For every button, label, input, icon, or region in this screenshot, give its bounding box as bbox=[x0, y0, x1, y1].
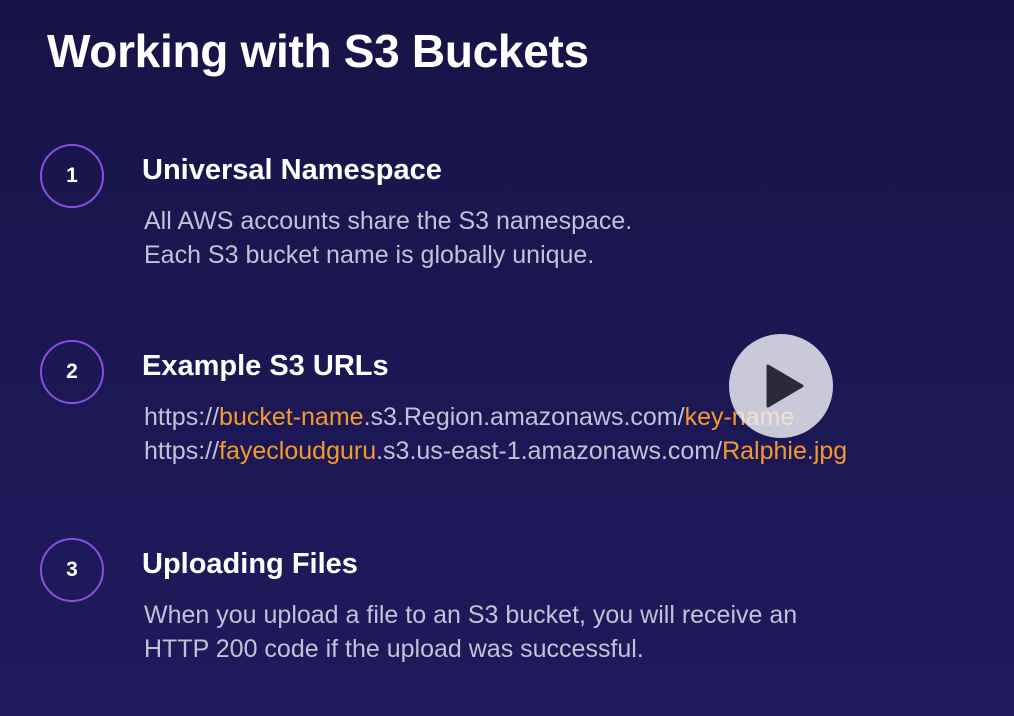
description-line: HTTP 200 code if the upload was successf… bbox=[144, 635, 644, 663]
url-host: .s3.Region.amazonaws.com/ bbox=[363, 403, 685, 431]
description-line: When you upload a file to an S3 bucket, … bbox=[144, 601, 798, 629]
url-prefix: https:// bbox=[144, 437, 220, 465]
item-title: Example S3 URLs bbox=[142, 350, 389, 382]
item-description: All AWS accounts share the S3 namespace.… bbox=[144, 204, 632, 272]
example-url-specific: https://fayecloudguru.s3.us-east-1.amazo… bbox=[144, 434, 847, 468]
url-key-name: Ralphie.jpg bbox=[722, 437, 848, 465]
description-line: All AWS accounts share the S3 namespace. bbox=[144, 207, 633, 235]
play-button[interactable] bbox=[729, 334, 833, 438]
step-number-badge: 2 bbox=[40, 340, 104, 404]
item-title: Uploading Files bbox=[142, 548, 358, 580]
url-host: .s3.us-east-1.amazonaws.com/ bbox=[376, 437, 723, 465]
item-description: When you upload a file to an S3 bucket, … bbox=[144, 598, 797, 666]
item-title: Universal Namespace bbox=[142, 154, 442, 186]
step-number-badge: 1 bbox=[40, 144, 104, 208]
url-prefix: https:// bbox=[144, 403, 220, 431]
description-line: Each S3 bucket name is globally unique. bbox=[144, 241, 595, 269]
url-bucket-name: fayecloudguru bbox=[219, 437, 377, 465]
url-bucket-name: bucket-name bbox=[219, 403, 364, 431]
slide: Working with S3 Buckets 1 Universal Name… bbox=[0, 0, 1014, 716]
slide-title: Working with S3 Buckets bbox=[47, 25, 589, 77]
step-number-badge: 3 bbox=[40, 538, 104, 602]
play-icon bbox=[766, 364, 804, 408]
